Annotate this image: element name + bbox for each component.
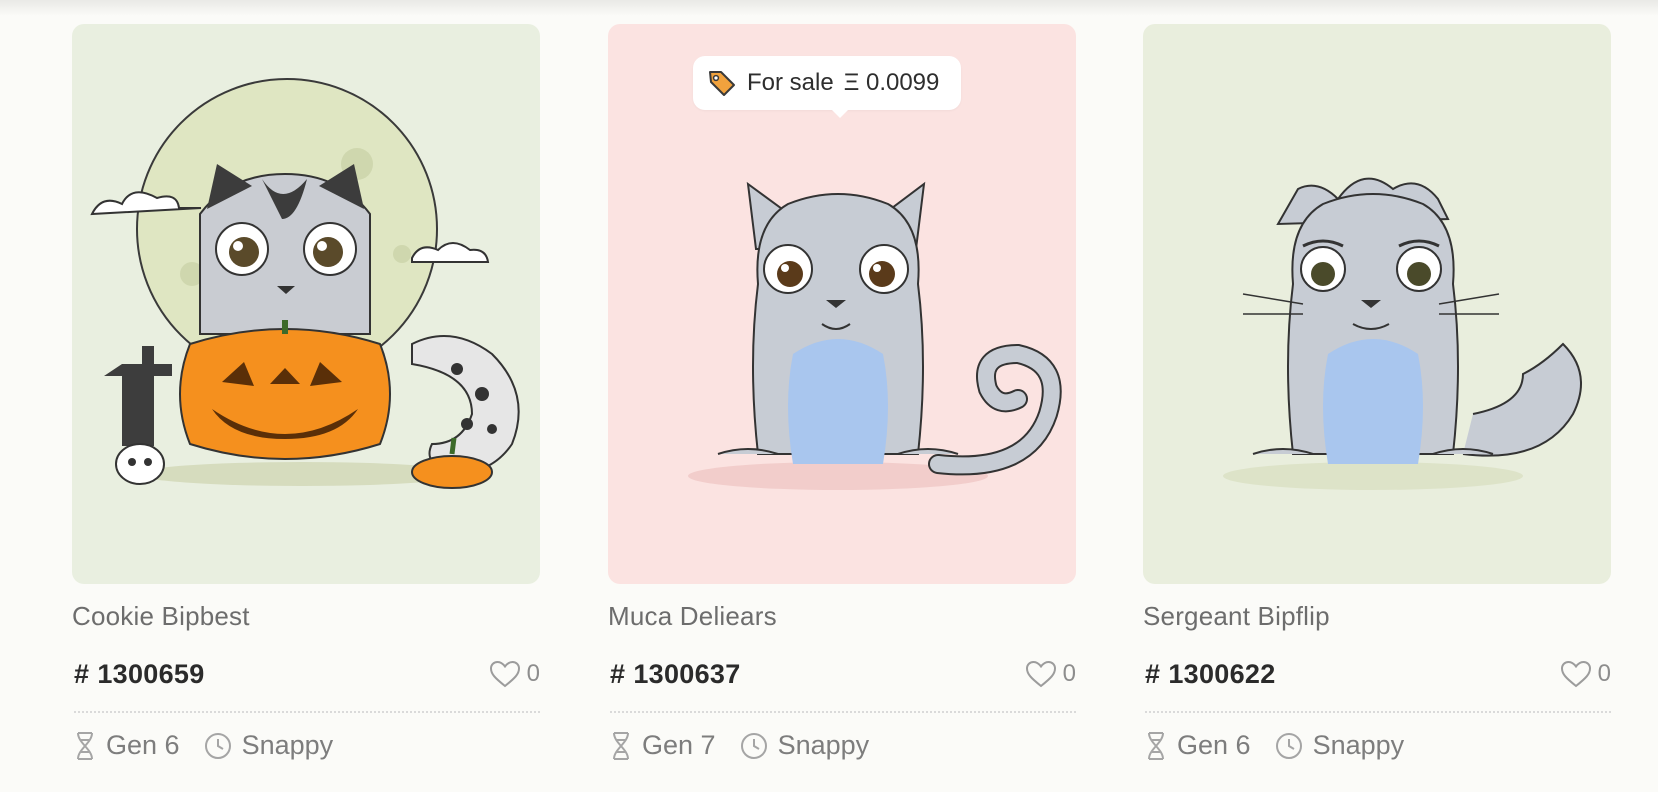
dna-helix-icon: [77, 731, 93, 760]
cooldown-info: Snappy: [1275, 730, 1405, 761]
for-sale-badge[interactable]: For sale Ξ 0.0099: [693, 56, 962, 118]
generation-info: Gen 6: [74, 730, 180, 761]
hash-symbol: #: [610, 659, 626, 689]
sale-label: For sale: [747, 69, 834, 96]
card-divider: [610, 711, 1076, 713]
cooldown-info: Snappy: [740, 730, 870, 761]
cooldown-label: Snappy: [241, 730, 334, 760]
cooldown-info: Snappy: [204, 730, 334, 761]
kitty-id: #1300637: [610, 659, 741, 690]
hash-symbol: #: [1145, 659, 1161, 689]
kitty-meta: Gen 6 Snappy: [1145, 730, 1428, 761]
price-tag-icon: [709, 71, 735, 96]
clock-icon: [204, 732, 231, 759]
heart-outline-icon: [1560, 660, 1591, 688]
heart-outline-icon: [489, 660, 520, 688]
kitty-fluffy-illustration: [1223, 177, 1582, 490]
kitty-name[interactable]: Cookie Bipbest: [72, 601, 250, 632]
generation-label: Gen 6: [106, 730, 180, 760]
generation-label: Gen 6: [1177, 730, 1251, 760]
kitty-id-number: 1300659: [97, 659, 205, 689]
kitty-name[interactable]: Muca Deliears: [608, 601, 777, 632]
like-count: 0: [1597, 660, 1611, 687]
kitty-id-number: 1300622: [1168, 659, 1276, 689]
like-count: 0: [526, 660, 540, 687]
generation-info: Gen 6: [1145, 730, 1251, 761]
clock-icon: [740, 732, 767, 759]
kitty-meta: Gen 7 Snappy: [610, 730, 893, 761]
kitty-id-number: 1300637: [633, 659, 741, 689]
like-count: 0: [1062, 660, 1076, 687]
generation-label: Gen 7: [642, 730, 716, 760]
kitty-pumpkin-illustration: [90, 78, 520, 489]
kitty-card-muca-deliears[interactable]: For sale Ξ 0.0099 Muca Deliears #1300637…: [608, 24, 1076, 784]
dna-helix-icon: [1148, 731, 1164, 760]
like-button[interactable]: 0: [1025, 659, 1076, 689]
kitty-image-panel[interactable]: [72, 24, 540, 584]
dna-helix-icon: [613, 731, 629, 760]
heart-outline-icon: [1025, 660, 1056, 688]
kitty-id: #1300659: [74, 659, 205, 690]
like-button[interactable]: 0: [489, 659, 540, 689]
kitty-image-panel[interactable]: For sale Ξ 0.0099: [608, 24, 1076, 584]
sale-price: Ξ 0.0099: [843, 69, 940, 96]
generation-info: Gen 7: [610, 730, 716, 761]
clock-icon: [1275, 732, 1302, 759]
kitty-grid: Cookie Bipbest #1300659 0 Gen 6 Snappy F…: [0, 0, 1658, 792]
like-button[interactable]: 0: [1560, 659, 1611, 689]
kitty-image-panel[interactable]: [1143, 24, 1611, 584]
kitty-id: #1300622: [1145, 659, 1276, 690]
kitty-card-cookie-bipbest[interactable]: Cookie Bipbest #1300659 0 Gen 6 Snappy: [72, 24, 540, 784]
kitty-meta: Gen 6 Snappy: [74, 730, 357, 761]
card-divider: [74, 711, 540, 713]
card-divider: [1145, 711, 1611, 713]
hash-symbol: #: [74, 659, 90, 689]
kitty-name[interactable]: Sergeant Bipflip: [1143, 601, 1330, 632]
kitty-card-sergeant-bipflip[interactable]: Sergeant Bipflip #1300622 0 Gen 6 Snappy: [1143, 24, 1611, 784]
cooldown-label: Snappy: [1312, 730, 1405, 760]
cooldown-label: Snappy: [777, 730, 870, 760]
